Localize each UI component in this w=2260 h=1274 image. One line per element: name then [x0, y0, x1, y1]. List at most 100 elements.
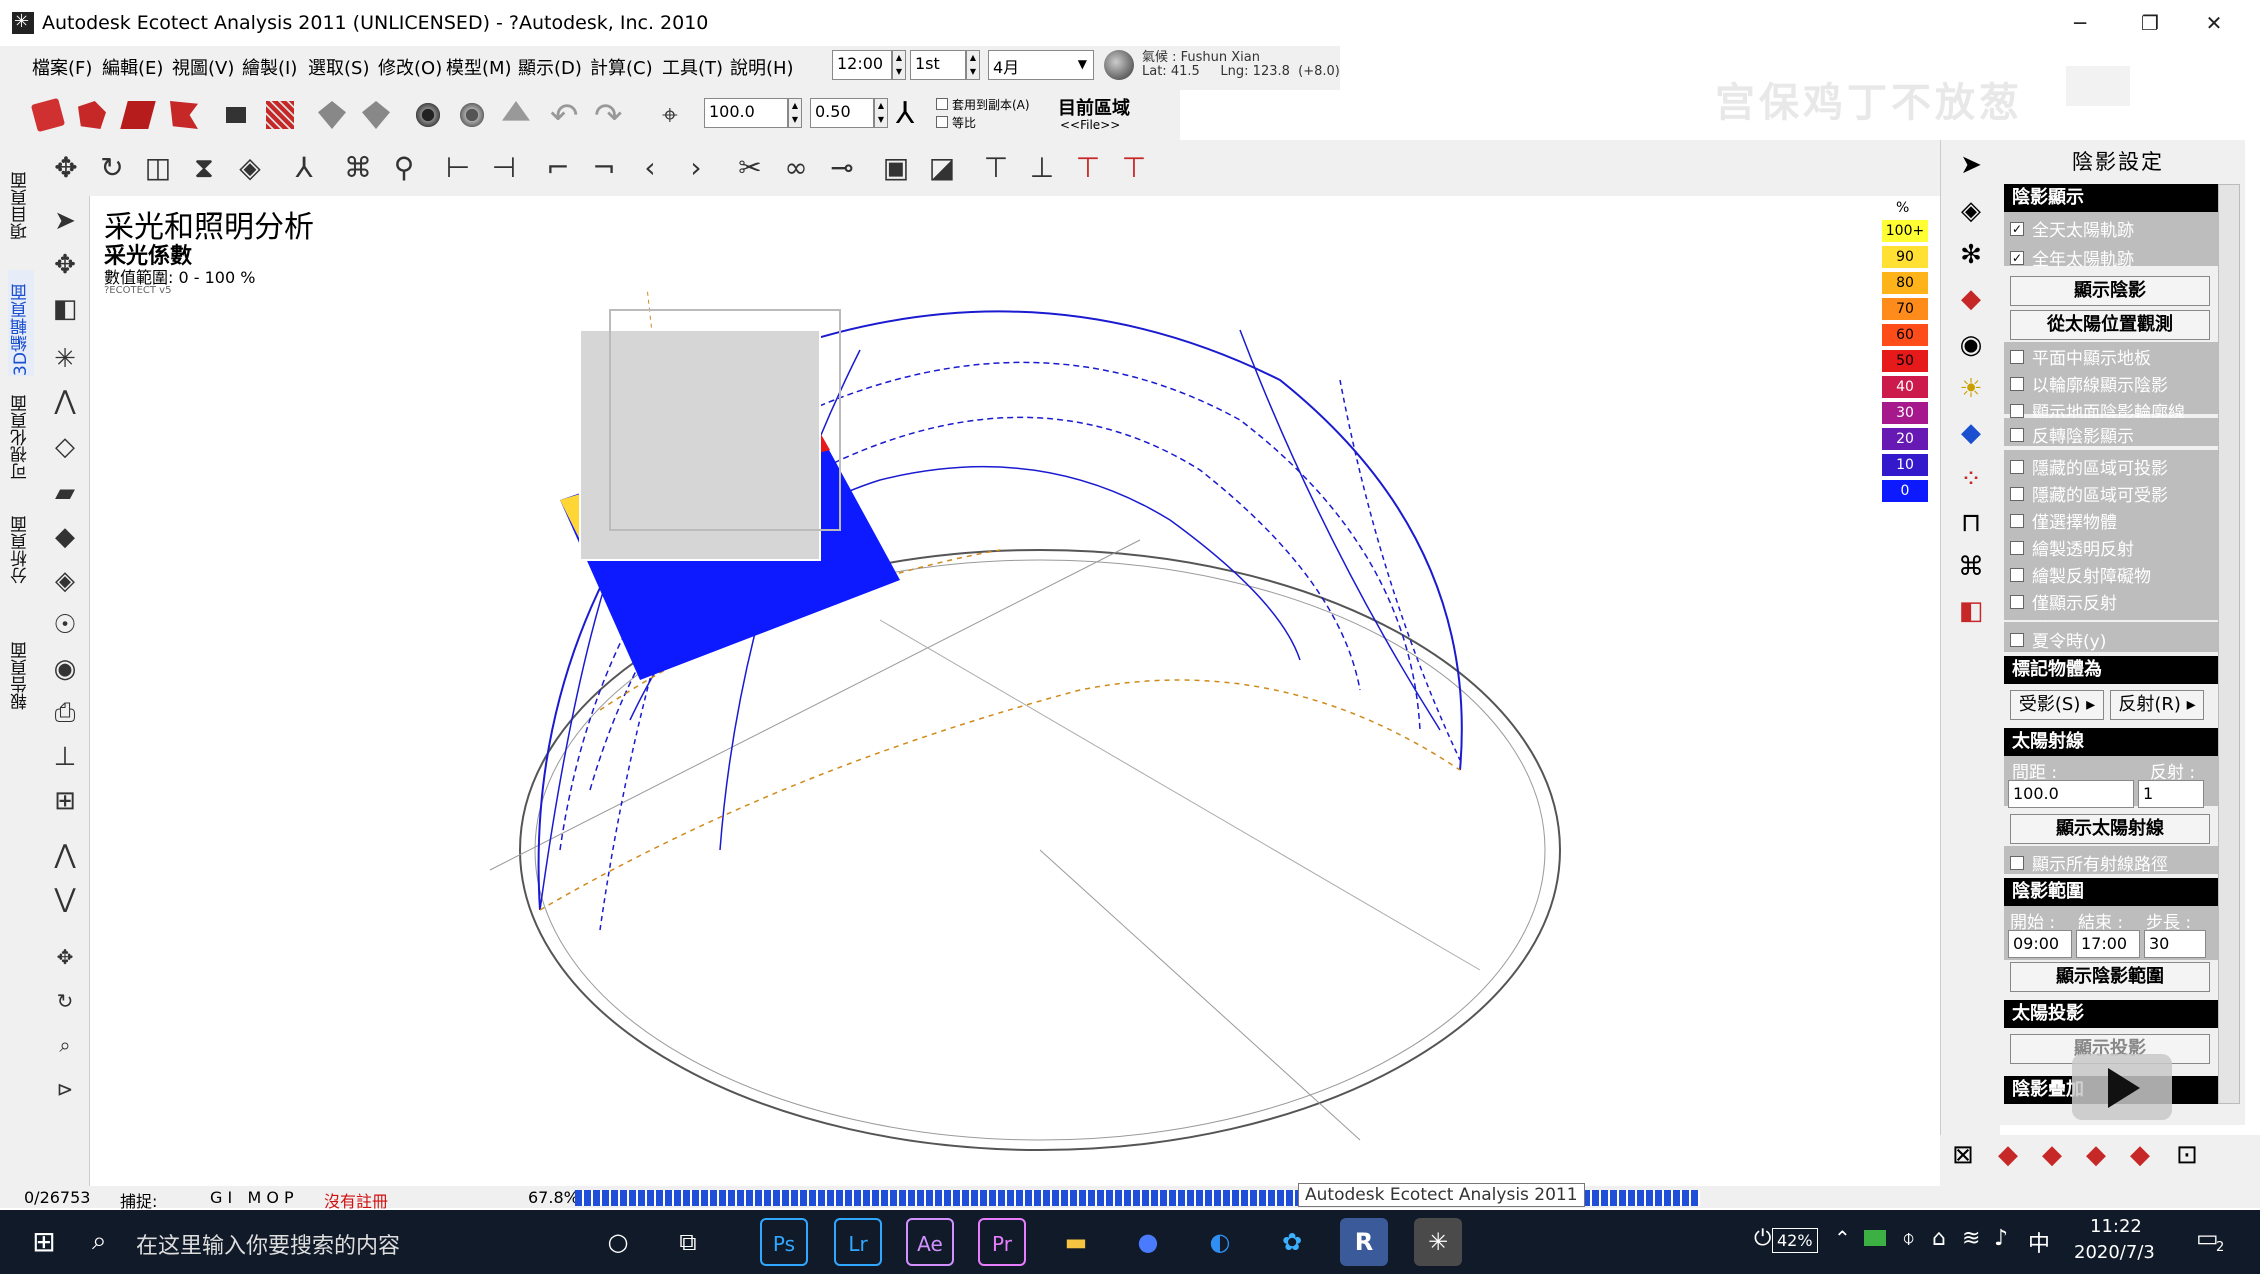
redo-icon[interactable]: ↷	[594, 96, 623, 136]
location-globe-icon[interactable]	[1104, 50, 1134, 80]
menu-select[interactable]: 選取(S)	[308, 54, 369, 80]
zone-icon[interactable]: ◈	[1952, 192, 1990, 230]
grid-spinner[interactable]: ▲ ▼	[788, 98, 802, 128]
pan-view-icon[interactable]: ✥	[46, 938, 84, 976]
task-view-icon[interactable]: ⧉	[664, 1218, 712, 1266]
plane-icon[interactable]: ◇	[46, 428, 84, 466]
undo-icon[interactable]: ↶	[550, 96, 579, 136]
menu-file[interactable]: 檔案(F)	[32, 54, 92, 80]
grid-analysis-icon[interactable]: ◆	[1952, 414, 1990, 452]
scissors-icon[interactable]: ✂	[730, 148, 770, 188]
l-app-icon[interactable]: ●	[1124, 1218, 1172, 1266]
lightroom-app[interactable]: Lr	[834, 1218, 882, 1266]
ecotect-app-icon[interactable]: ✳	[1414, 1218, 1462, 1266]
menu-modify[interactable]: 修改(O)	[378, 54, 442, 80]
menu-draw[interactable]: 繪製(I)	[242, 54, 297, 80]
box-icon[interactable]: ◧	[46, 290, 84, 328]
reverse-shadow-check[interactable]: 反轉陰影顯示	[2004, 422, 2218, 447]
snap-modes[interactable]: G I M O P	[210, 1188, 294, 1207]
windows-start-icon[interactable]: ⊞	[20, 1218, 68, 1266]
tag-objects-header[interactable]: 標記物體為	[2004, 656, 2218, 684]
pointer-icon[interactable]: ➤	[46, 202, 84, 240]
menu-model[interactable]: 模型(M)	[446, 54, 512, 80]
line-icon[interactable]: ⋀	[46, 382, 84, 420]
cloud-app-icon[interactable]: ✿	[1268, 1218, 1316, 1266]
option-checkbox[interactable]: 僅選擇物體	[2004, 508, 2218, 533]
apply-copy-checkbox[interactable]	[936, 98, 948, 110]
show-shadows-button[interactable]: 顯示陰影	[2010, 276, 2210, 306]
camera-icon[interactable]: ⎙	[46, 694, 84, 732]
time-spinner[interactable]: ▲ ▼	[892, 50, 906, 80]
chevron-right-icon[interactable]: ›	[676, 148, 716, 188]
pointer-icon[interactable]: ➤	[1952, 146, 1990, 184]
daily-sunpath-check[interactable]: ✓ 全天太陽軌跡	[2004, 216, 2218, 241]
point-icon[interactable]: ✳	[46, 340, 84, 378]
range-start-input[interactable]: 09:00	[2008, 930, 2072, 958]
snap-field[interactable]: 0.50	[810, 98, 874, 128]
pan-icon[interactable]: ✥	[46, 246, 84, 284]
monitor-icon[interactable]	[216, 95, 256, 135]
ungroup-icon[interactable]: ◪	[922, 148, 962, 188]
extrude-icon[interactable]: ◈	[230, 148, 270, 188]
chevron-left-icon[interactable]: ‹	[630, 148, 670, 188]
red-zone4-icon[interactable]: ◆	[2130, 1140, 2150, 1170]
option-checkbox[interactable]: 僅顯示反射	[2004, 589, 2218, 614]
zone-button[interactable]	[312, 95, 352, 135]
show-shadow-range-button[interactable]: 顯示陰影範圍	[2010, 962, 2210, 992]
new-file-button[interactable]	[28, 95, 68, 135]
menu-help[interactable]: 說明(H)	[730, 54, 794, 80]
scale-icon[interactable]: ◫	[138, 148, 178, 188]
unlink-icon[interactable]: ⊸	[822, 148, 862, 188]
show-sun-rays-button[interactable]: 顯示太陽射線	[2010, 814, 2210, 844]
pin-icon[interactable]: ⚲	[384, 148, 424, 188]
day-field[interactable]: 1st	[910, 50, 966, 80]
trash-icon[interactable]: ⊓	[1952, 504, 1990, 542]
range-end-input[interactable]: 17:00	[2076, 930, 2140, 958]
zone-edit-button[interactable]	[356, 95, 396, 135]
menu-calculate[interactable]: 計算(C)	[590, 54, 653, 80]
save-file-button[interactable]	[118, 95, 158, 135]
premiere-app[interactable]: Pr	[978, 1218, 1026, 1266]
proportional-checkbox[interactable]	[936, 116, 948, 128]
line-join-icon[interactable]: ⊣	[484, 148, 524, 188]
move-icon[interactable]: ✥	[46, 148, 86, 188]
sun-rays-header[interactable]: 太陽射線	[2004, 728, 2218, 756]
orbit-icon[interactable]: ↻	[46, 982, 84, 1020]
option-checkbox[interactable]: 隱藏的區域可投影	[2004, 454, 2218, 479]
battery-indicator[interactable]: 42%	[1772, 1228, 1818, 1253]
fit-view-icon[interactable]: ⊳	[46, 1070, 84, 1108]
time-field[interactable]: 12:00	[832, 50, 892, 80]
grid-tool-icon[interactable]: ⊞	[46, 782, 84, 820]
line-split-icon[interactable]: ⊢	[438, 148, 478, 188]
chevron-up-icon[interactable]: ⌃	[1834, 1226, 1851, 1250]
ray-reflect-input[interactable]: 1	[2138, 780, 2204, 808]
minimize-button[interactable]: ─	[2050, 6, 2110, 40]
sun-icon[interactable]: ☀	[1952, 370, 1990, 408]
search-app-icon[interactable]: ◐	[1196, 1218, 1244, 1266]
option-checkbox[interactable]: 繪製反射障礙物	[2004, 562, 2218, 587]
day-spinner[interactable]: ▲ ▼	[966, 50, 980, 80]
shadow-display-header[interactable]: 陰影顯示	[2004, 184, 2218, 212]
mirror-icon[interactable]: ⧗	[184, 148, 224, 188]
grid-field[interactable]: 100.0	[704, 98, 788, 128]
wechat-tray-icon[interactable]	[1864, 1230, 1886, 1246]
menu-display[interactable]: 顯示(D)	[518, 54, 582, 80]
menu-view[interactable]: 視圖(V)	[172, 54, 234, 80]
speaker-icon[interactable]: ◉	[46, 650, 84, 688]
zoom-icon[interactable]: ⌕	[46, 1026, 84, 1064]
all-rays-check[interactable]: 顯示所有射線路徑	[2004, 850, 2218, 875]
magnet-icon[interactable]: ⌖	[662, 98, 678, 132]
rotate-icon[interactable]: ↻	[92, 148, 132, 188]
tab-3d-edit[interactable]: 3D編輯頁面	[8, 270, 34, 376]
corner-icon[interactable]: ⌐	[538, 148, 578, 188]
axis-icon[interactable]: ⅄	[284, 148, 324, 188]
mic-icon[interactable]: ⌽	[1902, 1226, 1915, 1251]
materials-button[interactable]	[260, 95, 300, 135]
material-icon[interactable]: ◆	[1952, 280, 1990, 318]
light-bulb-icon[interactable]: ☉	[46, 606, 84, 644]
open-file-button[interactable]	[72, 95, 112, 135]
corner2-icon[interactable]: ¬	[584, 148, 624, 188]
camera2-icon[interactable]: ⊡	[2176, 1140, 2198, 1170]
option-checkbox[interactable]: 以輪廓線顯示陰影	[2004, 371, 2218, 396]
view-from-sun-button[interactable]: 從太陽位置觀測	[2010, 310, 2210, 340]
